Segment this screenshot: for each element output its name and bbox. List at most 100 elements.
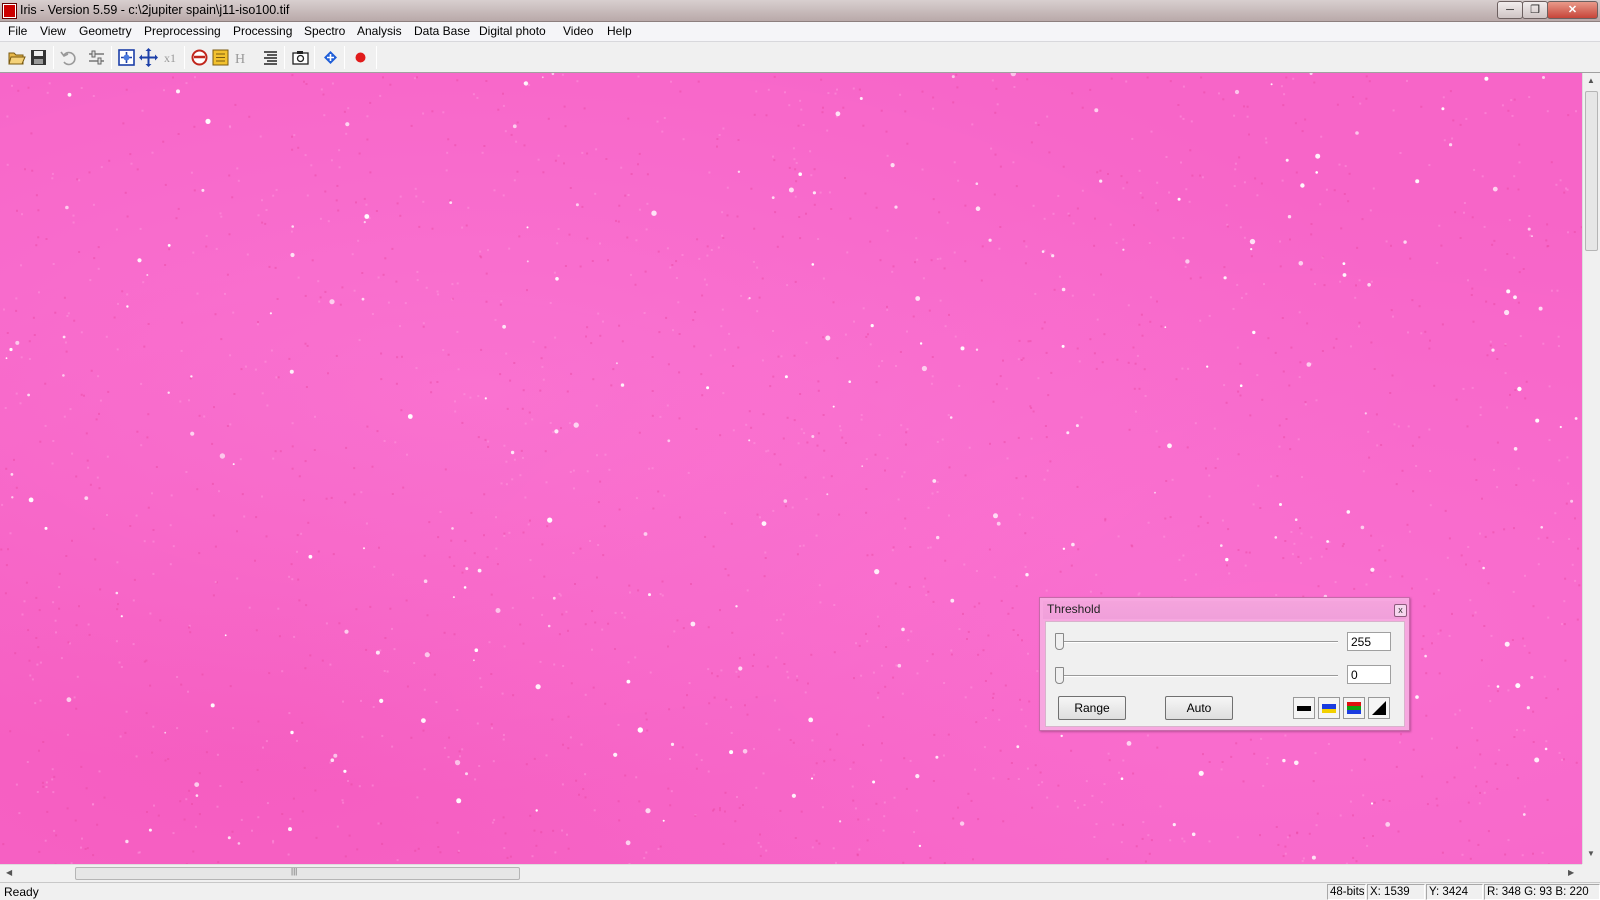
image-noise-speckle bbox=[944, 559, 947, 562]
image-noise-speckle bbox=[4, 592, 7, 595]
menu-analysis[interactable]: Analysis bbox=[357, 24, 402, 38]
image-noise-speckle bbox=[646, 173, 649, 176]
zoom-x1-icon[interactable]: x1 bbox=[160, 47, 181, 68]
image-noise-speckle bbox=[1365, 75, 1368, 78]
image-noise-speckle bbox=[1511, 639, 1514, 641]
menu-video[interactable]: Video bbox=[563, 24, 593, 38]
close-button[interactable]: ✕ bbox=[1547, 1, 1598, 19]
menu-data-base[interactable]: Data Base bbox=[414, 24, 470, 38]
image-noise-speckle bbox=[216, 805, 219, 808]
threshold-close-button[interactable]: x bbox=[1394, 604, 1407, 617]
image-noise-speckle bbox=[1077, 806, 1079, 809]
image-noise-speckle bbox=[485, 300, 488, 303]
image-noise-speckle bbox=[1315, 399, 1318, 402]
image-noise-speckle bbox=[748, 410, 751, 413]
low-threshold-slider[interactable] bbox=[1055, 667, 1064, 684]
red-cycle-icon[interactable] bbox=[189, 47, 210, 68]
image-noise-speckle bbox=[875, 381, 878, 384]
menu-help[interactable]: Help bbox=[607, 24, 632, 38]
image-noise-speckle bbox=[1344, 165, 1347, 168]
scroll-left-arrow-icon[interactable]: ◀ bbox=[6, 868, 12, 877]
app-icon[interactable] bbox=[3, 4, 16, 18]
image-noise-speckle bbox=[264, 360, 267, 363]
menu-view[interactable]: View bbox=[40, 24, 66, 38]
histogram-h-icon[interactable]: H bbox=[231, 47, 252, 68]
image-noise-speckle bbox=[1453, 776, 1456, 779]
black-bar-icon[interactable] bbox=[1293, 697, 1315, 719]
scroll-down-arrow-icon[interactable]: ▼ bbox=[1587, 849, 1595, 858]
zoom-fit-icon[interactable] bbox=[116, 47, 137, 68]
image-noise-speckle bbox=[1479, 791, 1481, 794]
rgb-bars-icon[interactable] bbox=[1343, 697, 1365, 719]
vertical-scrollbar[interactable]: ▲ ▼ bbox=[1582, 73, 1600, 864]
image-noise-speckle bbox=[594, 621, 597, 624]
camera-icon[interactable] bbox=[290, 47, 311, 68]
undo-icon[interactable] bbox=[58, 47, 79, 68]
horizontal-scroll-thumb[interactable]: ||| bbox=[75, 867, 520, 880]
image-noise-speckle bbox=[1471, 287, 1474, 290]
image-noise-speckle bbox=[901, 475, 904, 478]
image-noise-speckle bbox=[1283, 93, 1286, 96]
menu-processing[interactable]: Processing bbox=[233, 24, 292, 38]
image-noise-speckle bbox=[522, 531, 525, 534]
low-threshold-input[interactable] bbox=[1347, 665, 1391, 684]
star-point bbox=[1164, 326, 1167, 329]
image-noise-speckle bbox=[78, 251, 81, 253]
range-button[interactable]: Range bbox=[1058, 696, 1126, 720]
image-noise-speckle bbox=[1479, 532, 1481, 535]
image-noise-speckle bbox=[1501, 104, 1504, 107]
high-threshold-slider[interactable] bbox=[1055, 633, 1064, 650]
image-noise-speckle bbox=[1493, 303, 1496, 306]
horizontal-scrollbar[interactable]: ◀ ||| ▶ bbox=[0, 864, 1582, 882]
image-noise-speckle bbox=[1126, 181, 1129, 184]
image-noise-speckle bbox=[656, 120, 659, 123]
blue-cross-icon[interactable] bbox=[320, 47, 341, 68]
save-disk-icon[interactable] bbox=[28, 47, 49, 68]
maximize-button[interactable]: ❐ bbox=[1522, 1, 1548, 19]
low-threshold-track[interactable] bbox=[1055, 675, 1338, 677]
image-noise-speckle bbox=[474, 778, 477, 781]
yellow-box-icon[interactable] bbox=[210, 47, 231, 68]
minimize-button[interactable]: ─ bbox=[1497, 1, 1523, 19]
image-noise-speckle bbox=[251, 829, 253, 832]
threshold-title-bar[interactable]: Threshold x bbox=[1043, 601, 1407, 619]
image-noise-speckle bbox=[719, 434, 722, 437]
image-noise-speckle bbox=[682, 706, 685, 709]
blue-yellow-bar-icon[interactable] bbox=[1318, 697, 1340, 719]
image-noise-speckle bbox=[992, 777, 995, 780]
settings-sliders-icon[interactable] bbox=[86, 47, 107, 68]
image-viewport[interactable] bbox=[0, 73, 1582, 864]
image-noise-speckle bbox=[990, 147, 993, 150]
move-cross-icon[interactable] bbox=[138, 47, 159, 68]
image-noise-speckle bbox=[645, 228, 648, 231]
vertical-scroll-thumb[interactable] bbox=[1585, 91, 1598, 251]
scroll-up-arrow-icon[interactable]: ▲ bbox=[1587, 76, 1595, 85]
menu-preprocessing[interactable]: Preprocessing bbox=[144, 24, 221, 38]
open-folder-icon[interactable] bbox=[6, 47, 27, 68]
image-noise-speckle bbox=[885, 646, 888, 648]
star-point bbox=[1449, 143, 1453, 147]
star-point bbox=[1198, 770, 1204, 776]
menu-digital-photo[interactable]: Digital photo bbox=[479, 24, 546, 38]
red-dot-icon[interactable] bbox=[350, 47, 371, 68]
menu-spectro[interactable]: Spectro bbox=[304, 24, 345, 38]
menu-geometry[interactable]: Geometry bbox=[79, 24, 132, 38]
image-noise-speckle bbox=[832, 301, 835, 304]
list-lines-icon[interactable] bbox=[260, 47, 281, 68]
image-noise-speckle bbox=[681, 254, 684, 256]
auto-button[interactable]: Auto bbox=[1165, 696, 1233, 720]
image-noise-speckle bbox=[1333, 189, 1336, 192]
high-threshold-track[interactable] bbox=[1055, 641, 1338, 643]
gradient-ramp-icon[interactable] bbox=[1368, 697, 1390, 719]
image-noise-speckle bbox=[1559, 179, 1562, 182]
image-noise-speckle bbox=[139, 227, 142, 230]
image-noise-speckle bbox=[78, 179, 81, 182]
image-noise-speckle bbox=[1078, 360, 1081, 363]
image-noise-speckle bbox=[668, 708, 671, 711]
image-noise-speckle bbox=[630, 173, 633, 175]
image-noise-speckle bbox=[570, 682, 573, 685]
high-threshold-input[interactable] bbox=[1347, 632, 1391, 651]
image-noise-speckle bbox=[439, 511, 442, 513]
menu-file[interactable]: File bbox=[8, 24, 27, 38]
scroll-right-arrow-icon[interactable]: ▶ bbox=[1568, 868, 1574, 877]
